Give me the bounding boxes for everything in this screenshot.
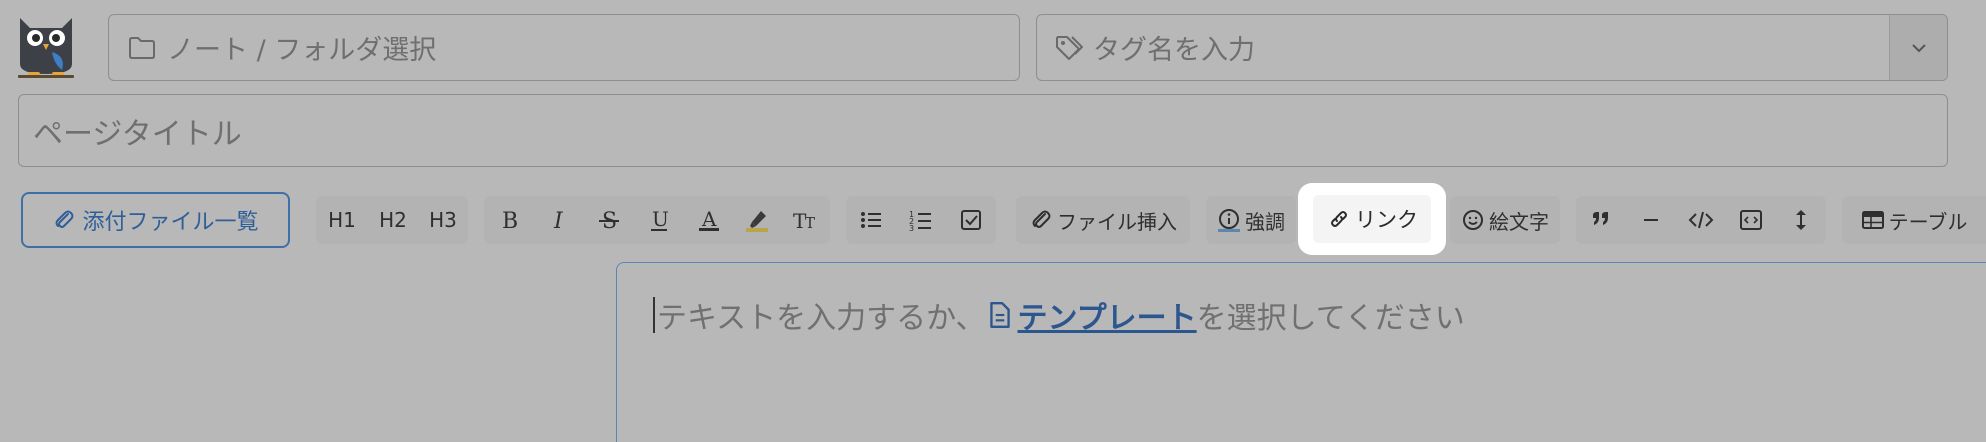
file-insert-group: ファイル挿入	[1016, 196, 1190, 244]
bold-icon: B	[502, 209, 518, 233]
link-icon	[1331, 211, 1347, 227]
smiley-icon	[1463, 210, 1483, 230]
attachments-list-label: 添付ファイル一覧	[82, 210, 259, 235]
emphasis-label: 強調	[1245, 209, 1285, 234]
link-label: リンク	[1355, 208, 1418, 232]
editor-placeholder-before: テキストを入力するか、	[657, 301, 986, 336]
insert-group	[1576, 196, 1826, 244]
code-block-icon	[1740, 210, 1762, 230]
bullet-list-button[interactable]	[846, 196, 896, 244]
highlight-button[interactable]	[734, 196, 780, 244]
editor-area[interactable]: テキストを入力するか、 テンプレート を選択してください	[616, 262, 1986, 442]
code-icon	[1688, 211, 1714, 229]
tag-input[interactable]: タグ名を入力	[1036, 14, 1948, 81]
bullet-list-icon	[861, 212, 881, 228]
text-color-button[interactable]: A	[684, 196, 734, 244]
folder-placeholder: ノート / フォルダ選択	[167, 35, 437, 66]
svg-text:T: T	[805, 214, 815, 232]
tag-placeholder: タグ名を入力	[1093, 35, 1255, 66]
link-button[interactable]: リンク	[1313, 195, 1431, 243]
quote-icon	[1593, 212, 1608, 225]
emphasis-group: 強調	[1206, 196, 1296, 244]
link-button-highlight: リンク	[1298, 183, 1446, 255]
info-icon	[1218, 209, 1240, 232]
emphasis-button[interactable]: 強調	[1206, 196, 1296, 244]
bold-button[interactable]: B	[484, 196, 534, 244]
table-button[interactable]: テーブル	[1842, 196, 1986, 244]
emoji-group: 絵文字	[1450, 196, 1560, 244]
paperclip-icon	[1032, 210, 1051, 228]
template-link-label: テンプレート	[1017, 301, 1197, 336]
checkbox-icon	[961, 210, 981, 230]
strikethrough-button[interactable]: S	[584, 196, 634, 244]
svg-text:I: I	[553, 209, 564, 233]
numbered-list-icon: 123	[909, 210, 931, 233]
chevron-down-icon	[1911, 43, 1926, 52]
strikethrough-icon: S	[599, 209, 619, 233]
folder-select[interactable]: ノート / フォルダ選択	[108, 14, 1020, 81]
emoji-button[interactable]: 絵文字	[1450, 196, 1560, 244]
page-title-placeholder: ページタイトル	[33, 116, 242, 152]
text-caret	[653, 297, 655, 333]
checklist-button[interactable]	[946, 196, 996, 244]
page-title-input[interactable]: ページタイトル	[18, 94, 1948, 167]
horizontal-rule-icon	[1644, 219, 1658, 221]
list-group: 123	[846, 196, 996, 244]
text-color-icon: A	[699, 207, 719, 231]
svg-text:3: 3	[909, 224, 914, 233]
underline-button[interactable]: U	[634, 196, 684, 244]
table-group: テーブル	[1842, 196, 1986, 244]
clear-format-icon: TT	[793, 209, 815, 233]
heading-group: H1 H2 H3	[316, 196, 468, 244]
tag-dropdown-toggle[interactable]	[1889, 15, 1947, 80]
document-icon	[989, 302, 1010, 328]
format-group: B I S U A TT	[484, 196, 830, 244]
inline-code-button[interactable]	[1676, 196, 1726, 244]
folder-icon	[129, 36, 155, 59]
attachments-list-button[interactable]: 添付ファイル一覧	[21, 192, 290, 248]
file-insert-button[interactable]: ファイル挿入	[1016, 196, 1190, 244]
owl-logo[interactable]	[16, 14, 76, 80]
clear-format-button[interactable]: TT	[780, 196, 830, 244]
italic-icon: I	[553, 209, 564, 233]
quote-button[interactable]	[1576, 196, 1626, 244]
underline-icon: U	[651, 207, 669, 231]
file-insert-label: ファイル挿入	[1057, 209, 1177, 234]
tag-icon	[1056, 35, 1083, 60]
highlighter-icon	[746, 211, 768, 232]
table-icon	[1861, 211, 1884, 229]
table-label: テーブル	[1888, 209, 1968, 234]
svg-text:A: A	[701, 207, 717, 231]
editor-placeholder-after: を選択してください	[1196, 301, 1465, 336]
code-block-button[interactable]	[1726, 196, 1776, 244]
horizontal-rule-button[interactable]	[1626, 196, 1676, 244]
heading-3-button[interactable]: H3	[418, 196, 468, 244]
heading-1-button[interactable]: H1	[316, 196, 368, 244]
numbered-list-button[interactable]: 123	[896, 196, 946, 244]
italic-button[interactable]: I	[534, 196, 584, 244]
heading-2-button[interactable]: H2	[368, 196, 418, 244]
editor-placeholder: テキストを入力するか、 テンプレート を選択してください	[653, 293, 1465, 337]
vertical-arrows-icon	[1796, 210, 1806, 230]
emoji-label: 絵文字	[1489, 209, 1549, 234]
paperclip-icon	[55, 210, 74, 228]
toggle-height-button[interactable]	[1776, 196, 1826, 244]
svg-text:U: U	[652, 207, 669, 231]
svg-text:B: B	[502, 209, 518, 233]
template-link[interactable]: テンプレート	[986, 293, 1197, 337]
